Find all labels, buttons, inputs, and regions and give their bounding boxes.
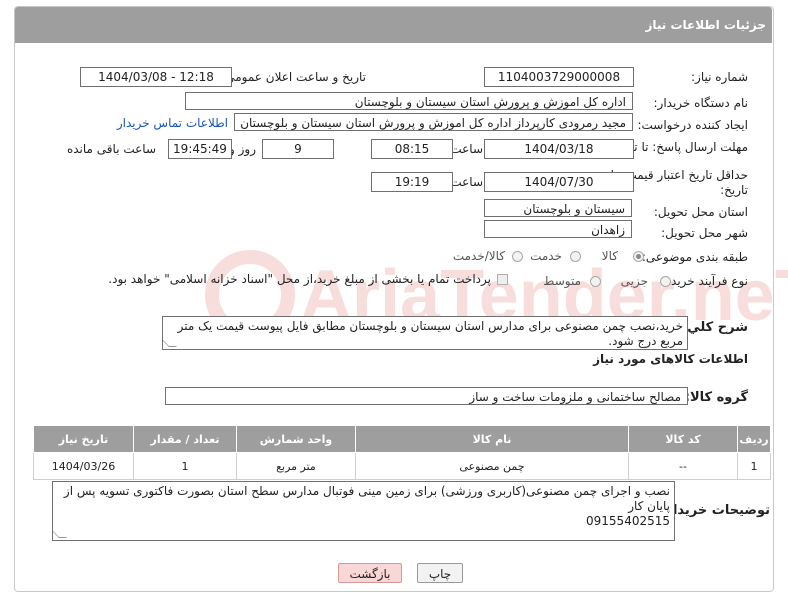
- price-valid-time-field: 19:19: [371, 172, 453, 192]
- cell-name: چمن مصنوعی: [355, 452, 629, 480]
- goods-group-field: مصالح ساختمانی و ملزومات ساخت و ساز: [165, 387, 688, 405]
- remaining-label: ساعت باقی مانده: [66, 142, 156, 156]
- price-valid-time-label: ساعت: [450, 175, 483, 189]
- announce-field: 1404/03/08 - 12:18: [80, 67, 232, 87]
- category-goods-label: کالا: [601, 249, 618, 263]
- deadline-time-field: 08:15: [371, 139, 453, 159]
- buyer-notes-label: توضیحات خریدار:: [660, 503, 770, 518]
- province-field: سیستان و بلوچستان: [484, 199, 632, 217]
- category-radio-goods[interactable]: [633, 251, 644, 262]
- city-field: زاهدان: [484, 220, 632, 238]
- col-unit: واحد شمارش: [236, 425, 356, 453]
- page-title: جزئیات اطلاعات نیاز: [645, 18, 766, 32]
- cell-date: 1404/03/26: [33, 452, 134, 480]
- deadline-time-label: ساعت: [450, 142, 483, 156]
- creator-label: ایجاد کننده درخواست:: [637, 118, 748, 132]
- city-label: شهر محل تحویل:: [661, 226, 748, 240]
- resize-grip-icon[interactable]: [163, 339, 177, 347]
- process-label: نوع فرآیند خرید :: [663, 274, 748, 288]
- process-radio-medium[interactable]: [590, 276, 601, 287]
- buyer-contact-link[interactable]: اطلاعات تماس خریدار: [117, 116, 228, 130]
- category-service-label: خدمت: [530, 249, 562, 263]
- category-label: طبقه بندی موضوعی:: [641, 250, 748, 264]
- deadline-date-field: 1404/03/18: [484, 139, 634, 159]
- need-number-label: شماره نیاز:: [691, 70, 748, 84]
- process-minor-label: جزیی: [620, 274, 648, 288]
- goods-table: ردیف کد کالا نام کالا واحد شمارش تعداد /…: [33, 425, 771, 480]
- announce-label: تاریخ و ساعت اعلان عمومی:: [221, 70, 366, 84]
- cell-qty: 1: [133, 452, 237, 480]
- buyer-org-label: نام دستگاه خریدار:: [653, 96, 749, 110]
- creator-field: مجید رمرودی کارپرداز اداره کل اموزش و پر…: [234, 113, 633, 131]
- days-field: 9: [262, 139, 334, 159]
- province-label: استان محل تحویل:: [653, 205, 748, 219]
- col-code: کد کالا: [628, 425, 738, 453]
- resize-grip-icon[interactable]: [53, 530, 67, 538]
- buyer-notes-line2: 09155402515: [586, 514, 670, 528]
- price-valid-date-field: 1404/07/30: [484, 172, 634, 192]
- cell-row: 1: [737, 452, 771, 480]
- category-radio-goods-service[interactable]: [512, 251, 523, 262]
- process-medium-label: متوسط: [543, 274, 581, 288]
- need-number-field: 1104003729000008: [484, 67, 634, 87]
- back-button[interactable]: بازگشت: [338, 563, 402, 583]
- table-row: 1 -- چمن مصنوعی متر مربع 1 1404/03/26: [33, 452, 771, 480]
- remaining-time-field: 19:45:49: [168, 139, 232, 159]
- print-button[interactable]: چاپ: [417, 563, 463, 583]
- cell-code: --: [628, 452, 738, 480]
- payment-checkbox[interactable]: [497, 274, 508, 285]
- table-header-row: ردیف کد کالا نام کالا واحد شمارش تعداد /…: [33, 425, 771, 453]
- description-textarea[interactable]: خرید،نصب چمن مصنوعی برای مدارس استان سیس…: [162, 316, 688, 350]
- category-radio-service[interactable]: [570, 251, 581, 262]
- col-row: ردیف: [737, 425, 771, 453]
- description-text: خرید،نصب چمن مصنوعی برای مدارس استان سیس…: [177, 319, 683, 348]
- goods-group-label: گروه کالا:: [684, 390, 748, 405]
- col-name: نام کالا: [355, 425, 629, 453]
- buyer-org-field: اداره کل اموزش و پرورش استان سیستان و بل…: [185, 92, 633, 110]
- payment-note: پرداخت تمام یا بخشی از مبلغ خرید،از محل …: [108, 272, 491, 286]
- category-goods-service-label: کالا/خدمت: [452, 249, 505, 263]
- days-label: روز و: [229, 142, 256, 156]
- buyer-notes-textarea[interactable]: نصب و اجرای چمن مصنوعی(کاربری ورزشی) برا…: [52, 481, 675, 541]
- cell-unit: متر مربع: [236, 452, 356, 480]
- buyer-notes-line1: نصب و اجرای چمن مصنوعی(کاربری ورزشی) برا…: [63, 484, 670, 513]
- col-qty: تعداد / مقدار: [133, 425, 237, 453]
- process-radio-minor[interactable]: [660, 276, 671, 287]
- col-date: تاریخ نیاز: [33, 425, 134, 453]
- goods-section-title: اطلاعات کالاهای مورد نیاز: [593, 352, 748, 366]
